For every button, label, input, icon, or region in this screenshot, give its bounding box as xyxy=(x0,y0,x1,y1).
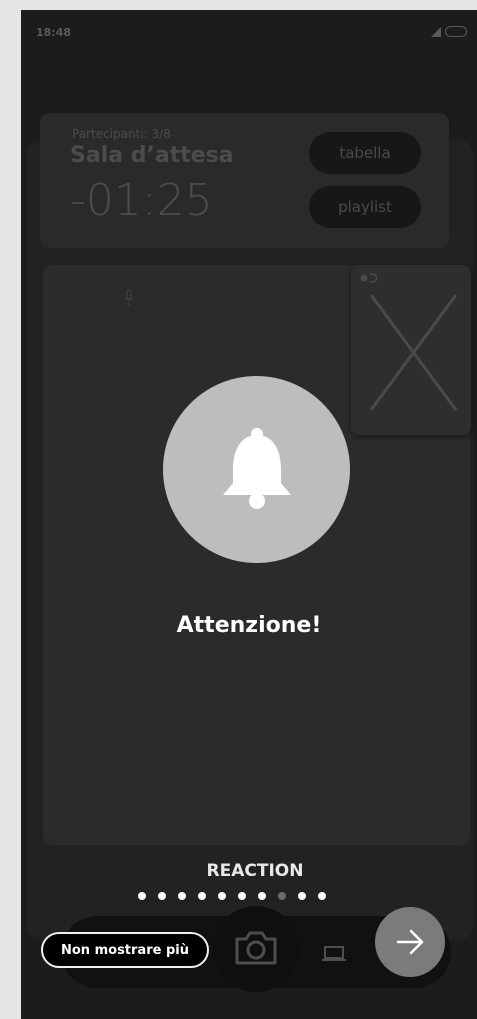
carousel-dot[interactable] xyxy=(298,892,306,900)
carousel-dot[interactable] xyxy=(198,892,206,900)
carousel-dot[interactable] xyxy=(318,892,326,900)
playlist-button[interactable]: playlist xyxy=(309,186,421,228)
alert-title: Attenzione! xyxy=(176,613,322,638)
carousel-title: REACTION xyxy=(206,861,304,881)
carousel-dot[interactable] xyxy=(138,892,146,900)
battery-icon xyxy=(445,26,467,37)
next-button[interactable] xyxy=(375,907,445,977)
microphone-icon xyxy=(124,289,134,306)
status-icons xyxy=(431,26,467,37)
carousel-dot[interactable] xyxy=(278,892,286,900)
carousel-dot[interactable] xyxy=(258,892,266,900)
bell-icon xyxy=(222,427,291,509)
participants-count: Partecipanti: 3/8 xyxy=(72,127,171,141)
carousel-dot[interactable] xyxy=(158,892,166,900)
carousel-dot[interactable] xyxy=(178,892,186,900)
tabella-button[interactable]: tabella xyxy=(309,132,421,174)
participant-thumbnail[interactable] xyxy=(351,265,471,435)
room-card: Partecipanti: 3/8 Sala d’attesa -01:25 t… xyxy=(40,113,449,248)
room-title: Sala d’attesa xyxy=(70,143,234,168)
carousel-dot[interactable] xyxy=(238,892,246,900)
signal-icon xyxy=(431,26,441,37)
status-time: 18:48 xyxy=(36,26,72,39)
empty-video-placeholder-icon xyxy=(360,273,458,411)
phone-screen: 18:48 Partecipanti: 3/8 Sala d’attesa -0… xyxy=(21,10,477,1019)
laptop-icon[interactable] xyxy=(321,945,347,963)
alert-icon-circle xyxy=(163,376,350,563)
dont-show-again-button[interactable]: Non mostrare più xyxy=(41,932,209,968)
carousel-dots xyxy=(138,892,326,900)
arrow-right-icon xyxy=(396,929,424,955)
carousel-dot[interactable] xyxy=(218,892,226,900)
camera-icon[interactable] xyxy=(233,930,279,966)
countdown-timer: -01:25 xyxy=(70,175,213,226)
